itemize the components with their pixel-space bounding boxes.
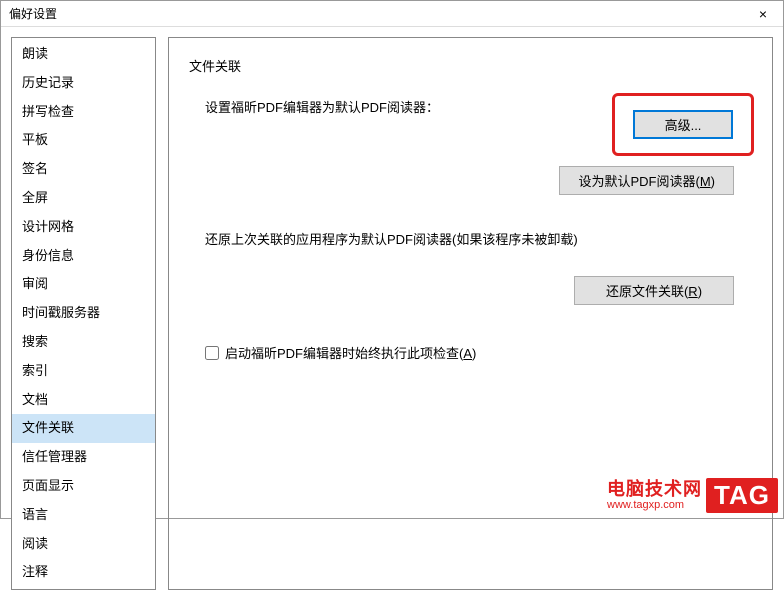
sidebar-item-9[interactable]: 时间戳服务器 [12,299,155,328]
restore-button[interactable]: 还原文件关联(R) [574,276,734,305]
preferences-window: 偏好设置 × 朗读历史记录拼写检查平板签名全屏设计网格身份信息审阅时间戳服务器搜… [0,0,784,519]
content-area: 朗读历史记录拼写检查平板签名全屏设计网格身份信息审阅时间戳服务器搜索索引文档文件… [1,27,783,600]
sidebar-item-10[interactable]: 搜索 [12,328,155,357]
sidebar: 朗读历史记录拼写检查平板签名全屏设计网格身份信息审阅时间戳服务器搜索索引文档文件… [11,37,156,590]
sidebar-item-13[interactable]: 文件关联 [12,414,155,443]
restore-button-row: 还原文件关联(R) [187,276,754,305]
sidebar-item-2[interactable]: 拼写检查 [12,98,155,127]
sidebar-item-5[interactable]: 全屏 [12,184,155,213]
titlebar: 偏好设置 × [1,1,783,27]
close-icon: × [759,6,767,22]
sidebar-item-18[interactable]: 注释 [12,558,155,587]
watermark-text: 电脑技术网 www.tagxp.com [607,480,702,512]
window-title: 偏好设置 [9,5,57,22]
sidebar-item-14[interactable]: 信任管理器 [12,443,155,472]
group-label: 文件关联 [189,56,754,75]
startup-check-checkbox[interactable] [205,346,219,360]
set-default-text: 设置福昕PDF编辑器为默认PDF阅读器： [205,93,439,116]
watermark-url: www.tagxp.com [607,499,684,511]
sidebar-item-3[interactable]: 平板 [12,126,155,155]
sidebar-item-15[interactable]: 页面显示 [12,472,155,501]
close-button[interactable]: × [743,1,783,27]
advanced-button[interactable]: 高级... [633,110,733,139]
set-default-button[interactable]: 设为默认PDF阅读器(M) [559,166,734,195]
sidebar-item-7[interactable]: 身份信息 [12,242,155,271]
sidebar-item-6[interactable]: 设计网格 [12,213,155,242]
watermark: 电脑技术网 www.tagxp.com TAG [607,478,778,513]
sidebar-item-8[interactable]: 审阅 [12,270,155,299]
set-default-row: 设置福昕PDF编辑器为默认PDF阅读器： 高级... [205,93,754,156]
watermark-title: 电脑技术网 [607,480,702,500]
sidebar-item-0[interactable]: 朗读 [12,40,155,69]
highlight-box: 高级... [612,93,754,156]
startup-check-row: 启动福昕PDF编辑器时始终执行此项检查(A) [205,343,754,362]
sidebar-item-12[interactable]: 文档 [12,386,155,415]
sidebar-item-16[interactable]: 语言 [12,501,155,530]
startup-check-label[interactable]: 启动福昕PDF编辑器时始终执行此项检查(A) [225,343,476,362]
sidebar-item-4[interactable]: 签名 [12,155,155,184]
watermark-tag: TAG [706,478,778,513]
sidebar-item-11[interactable]: 索引 [12,357,155,386]
restore-text: 还原上次关联的应用程序为默认PDF阅读器(如果该程序未被卸载) [205,229,754,248]
sidebar-item-1[interactable]: 历史记录 [12,69,155,98]
set-default-button-row: 设为默认PDF阅读器(M) [187,166,754,195]
sidebar-item-17[interactable]: 阅读 [12,530,155,559]
